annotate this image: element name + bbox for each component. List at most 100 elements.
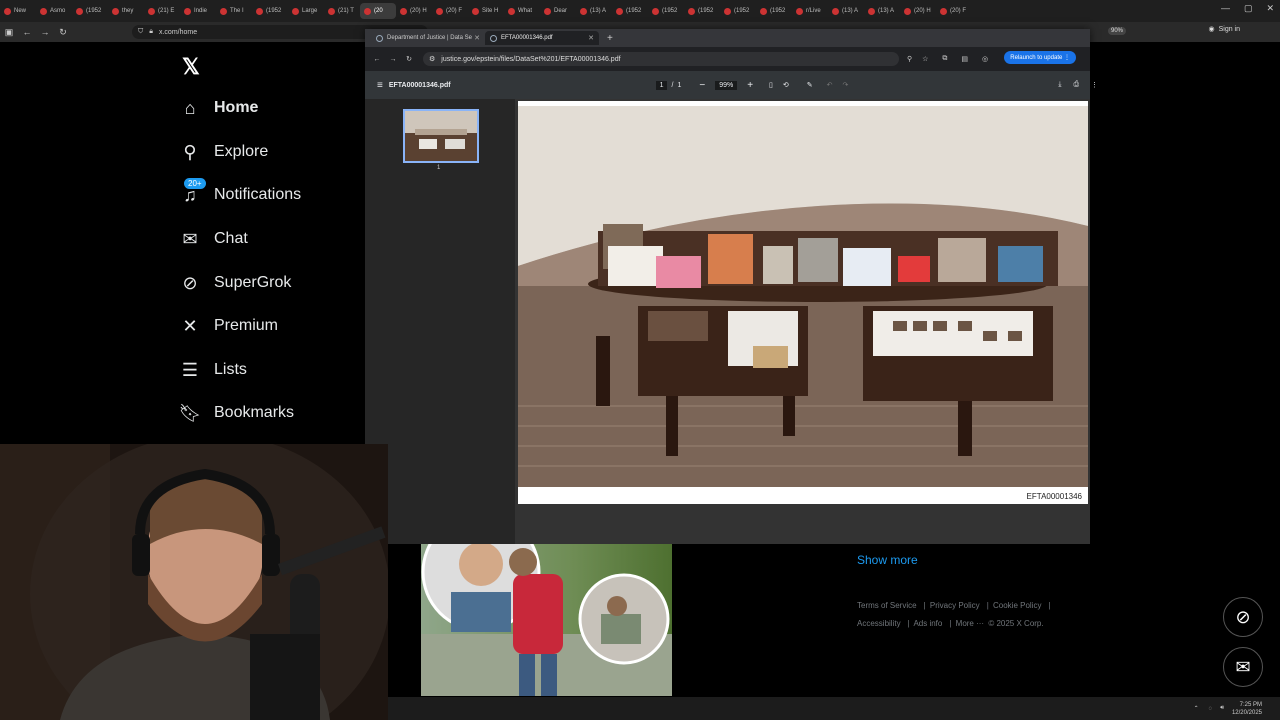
footer-link-more[interactable]: More ···: [956, 619, 984, 628]
browser-tab[interactable]: (20) F: [936, 3, 972, 19]
annotate-icon[interactable]: ✎: [807, 81, 813, 89]
nav-premium[interactable]: ✕ Premium: [180, 316, 278, 336]
pdf-viewport: EFTA00001346: [515, 99, 1090, 544]
tab-favicon-icon: [184, 7, 191, 15]
browser-tab[interactable]: Asmo: [36, 3, 72, 19]
browser-tab[interactable]: they: [108, 3, 144, 19]
browser-tab[interactable]: New: [0, 3, 36, 19]
browser-tab[interactable]: Site H: [468, 3, 504, 19]
nav-bookmarks[interactable]: 🔖︎ Bookmarks: [179, 403, 294, 423]
browser-tab[interactable]: Indie: [180, 3, 216, 19]
forward-icon[interactable]: →: [36, 27, 54, 37]
footer-link-ads-info[interactable]: Ads info: [913, 619, 942, 628]
grok-float-button[interactable]: ⊘: [1223, 597, 1263, 637]
site-info-icon: ⚙: [429, 56, 436, 63]
nav-home[interactable]: ⌂ Home: [180, 98, 259, 118]
volume-icon[interactable]: 🔊︎: [1220, 705, 1224, 712]
browser-tab[interactable]: (20) H: [900, 3, 936, 19]
sidebar-toggle-icon[interactable]: ▣: [0, 27, 18, 38]
tab-favicon-icon: [616, 7, 623, 15]
clock-date: 12/20/2025: [1231, 709, 1262, 716]
browser-tab[interactable]: (1952: [612, 3, 648, 19]
browser-tab[interactable]: (20) H: [396, 3, 432, 19]
nav-notifications[interactable]: ♫ 20+ Notifications: [180, 178, 301, 205]
download-icon[interactable]: ⤓: [1058, 81, 1061, 89]
side-panel-icon[interactable]: ▤: [961, 55, 968, 63]
close-icon[interactable]: ✕: [1266, 3, 1274, 14]
redo-icon[interactable]: ↷: [843, 81, 849, 89]
zoom-out-icon[interactable]: −: [699, 80, 705, 91]
extensions-icon[interactable]: ⧉: [942, 55, 947, 63]
relaunch-to-update-button[interactable]: Relaunch to update ⋮: [1004, 51, 1076, 64]
browser-tab[interactable]: (13) A: [576, 3, 612, 19]
close-tab-icon[interactable]: ✕: [588, 34, 594, 42]
footer-link-terms[interactable]: Terms of Service: [857, 601, 917, 610]
browser-tab[interactable]: (1952: [72, 3, 108, 19]
print-icon[interactable]: ⎙: [1074, 81, 1080, 89]
browser-tab[interactable]: (1952: [252, 3, 288, 19]
browser-tab[interactable]: (1952: [756, 3, 792, 19]
pdf-url-field[interactable]: ⚙ justice.gov/epstein/files/DataSet%201/…: [423, 52, 899, 66]
star-icon[interactable]: ☆: [922, 55, 928, 63]
browser-tab[interactable]: (13) A: [864, 3, 900, 19]
back-icon[interactable]: ←: [369, 56, 385, 63]
browser-tab[interactable]: Large: [288, 3, 324, 19]
show-more-link[interactable]: Show more: [857, 553, 918, 567]
minimize-icon[interactable]: —: [1221, 3, 1230, 14]
document-id-footer: EFTA00001346: [1026, 492, 1082, 501]
footer-links: Terms of Service | Privacy Policy | Cookie…: [857, 601, 1051, 628]
tab-pdf-file[interactable]: EFTA00001346.pdf ✕: [485, 31, 599, 45]
fit-page-icon[interactable]: ▯: [769, 81, 773, 89]
nav-lists[interactable]: ☰ Lists: [180, 360, 247, 380]
profile-icon[interactable]: ◎: [982, 55, 988, 63]
page-number-input[interactable]: 1: [655, 80, 668, 90]
close-tab-icon[interactable]: ✕: [474, 34, 480, 42]
browser-tab[interactable]: (13) A: [828, 3, 864, 19]
browser-tab[interactable]: The I: [216, 3, 252, 19]
browser-tab[interactable]: What: [504, 3, 540, 19]
browser-tab[interactable]: (1952: [648, 3, 684, 19]
undo-icon[interactable]: ↶: [827, 81, 833, 89]
tab-label: (20: [374, 8, 383, 14]
more-options-icon[interactable]: ⋮: [1091, 81, 1098, 89]
feed-post-image[interactable]: [421, 544, 672, 696]
taskbar: ⌃ ◌ 🔊︎ 7:25 PM 12/20/2025: [388, 697, 1280, 720]
new-tab-icon[interactable]: +: [607, 33, 613, 44]
sign-in-button[interactable]: ◉ Sign in: [1208, 25, 1240, 34]
zoom-level-input[interactable]: 99%: [715, 80, 738, 90]
browser-tab[interactable]: (1952: [684, 3, 720, 19]
browser-tab[interactable]: (21) E: [144, 3, 180, 19]
maximize-icon[interactable]: ▢: [1244, 3, 1253, 14]
menu-icon[interactable]: ≡: [377, 80, 383, 91]
browser-tab[interactable]: (20) F: [432, 3, 468, 19]
browser-tab[interactable]: Dear: [540, 3, 576, 19]
footer-link-privacy[interactable]: Privacy Policy: [930, 601, 980, 610]
nav-explore[interactable]: ⚲ Explore: [180, 142, 268, 162]
page-thumbnail[interactable]: [403, 109, 479, 163]
browser-tab[interactable]: r/Live: [792, 3, 828, 19]
browser-tab[interactable]: (20: [360, 3, 396, 19]
x-logo-icon[interactable]: 𝕏: [182, 54, 200, 80]
browser-tab[interactable]: (1952: [720, 3, 756, 19]
zoom-in-icon[interactable]: +: [747, 80, 753, 91]
pdf-address-bar: ← → ↻ ⚙ justice.gov/epstein/files/DataSe…: [365, 47, 1090, 71]
footer-link-cookies[interactable]: Cookie Policy: [993, 601, 1041, 610]
reload-icon[interactable]: ↻: [401, 55, 417, 63]
taskbar-clock[interactable]: 7:25 PM 12/20/2025: [1232, 701, 1262, 717]
search-icon[interactable]: ⚲: [907, 55, 912, 63]
network-icon[interactable]: ◌: [1209, 706, 1213, 712]
nav-chat[interactable]: ✉ Chat: [180, 229, 247, 249]
back-icon[interactable]: ←: [18, 27, 36, 37]
reload-icon[interactable]: ↻: [54, 27, 72, 38]
forward-icon[interactable]: →: [385, 56, 401, 63]
tab-label: (1952: [734, 8, 750, 14]
footer-link-accessibility[interactable]: Accessibility: [857, 619, 901, 628]
zoom-indicator[interactable]: 90%: [1107, 27, 1126, 35]
browser-tab[interactable]: (21) T: [324, 3, 360, 19]
tray-chevron-icon[interactable]: ⌃: [1194, 705, 1199, 712]
pdf-title: EFTA00001346.pdf: [388, 81, 451, 89]
rotate-icon[interactable]: ⟲: [783, 81, 789, 89]
messages-float-button[interactable]: ✉: [1223, 647, 1263, 687]
nav-supergrok[interactable]: ⊘ SuperGrok: [180, 273, 291, 293]
tab-doj-data-set[interactable]: Department of Justice | Data Se ✕: [371, 31, 485, 45]
